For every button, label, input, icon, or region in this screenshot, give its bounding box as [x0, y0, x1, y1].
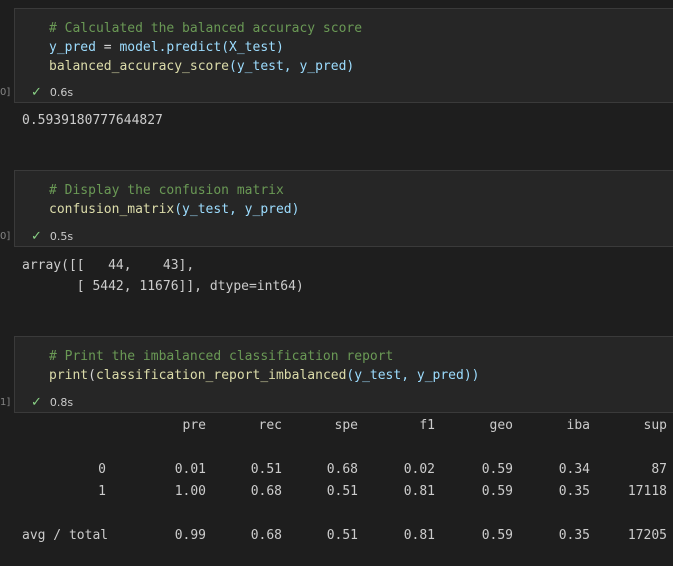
code-token: (y_test, y_pred) [174, 202, 300, 217]
code-cell-1[interactable]: # Calculated the balanced accuracy score… [14, 8, 673, 103]
column-header: spe [334, 418, 358, 433]
report-cell: 0.68 [250, 484, 282, 499]
report-total-row: avg / total 0.99 0.68 0.51 0.81 0.59 0.3… [14, 528, 667, 550]
report-cell: 0.59 [481, 484, 513, 499]
code-comment: # Print the imbalanced classification re… [49, 349, 394, 364]
code-token: (y_test, y_pred)) [346, 368, 480, 383]
execution-time: 0.5s [49, 229, 74, 243]
column-header: geo [489, 418, 513, 433]
column-header: f1 [419, 418, 435, 433]
cell-output-1: 0.5939180777644827 [22, 113, 163, 128]
report-cell: 0.51 [250, 462, 282, 477]
code-token: classification_report_imbalanced [95, 368, 347, 383]
execution-time: 0.8s [49, 395, 74, 409]
code-token: print [49, 368, 89, 383]
execution-status: ✓ 0.8s [31, 394, 73, 410]
row-label: 0 [98, 462, 106, 477]
report-cell: 17118 [627, 484, 667, 499]
execution-status: ✓ 0.5s [31, 228, 73, 244]
report-cell: 0.51 [326, 484, 358, 499]
code-comment: # Calculated the balanced accuracy score [49, 21, 363, 36]
report-cell: 0.51 [326, 528, 358, 543]
cell-output-2: array([[ 44, 43], [ 5442, 11676]], dtype… [22, 255, 304, 297]
report-row: 0 0.01 0.51 0.68 0.02 0.59 0.34 87 [14, 462, 667, 484]
output-line: [ 5442, 11676]], dtype=int64) [22, 279, 304, 294]
code-cell-3[interactable]: # Print the imbalanced classification re… [14, 336, 673, 413]
code-editor-3[interactable]: # Print the imbalanced classification re… [15, 337, 673, 385]
check-icon: ✓ [31, 84, 42, 100]
code-token: model.predict(X_test) [119, 40, 284, 55]
report-cell: 0.68 [326, 462, 358, 477]
column-header: rec [258, 418, 282, 433]
check-icon: ✓ [31, 394, 42, 410]
output-line: array([[ 44, 43], [22, 258, 195, 273]
report-cell: 0.01 [174, 462, 206, 477]
code-editor-1[interactable]: # Calculated the balanced accuracy score… [15, 9, 673, 76]
code-token: balanced_accuracy_score [49, 59, 230, 74]
column-header: iba [566, 418, 590, 433]
code-token: (y_test, y_pred) [229, 59, 355, 74]
row-label: 1 [98, 484, 106, 499]
execution-time: 0.6s [49, 85, 74, 99]
report-cell: 0.35 [558, 528, 590, 543]
report-cell: 0.02 [403, 462, 435, 477]
report-cell: 87 [651, 462, 667, 477]
execution-count: 0] [0, 231, 11, 242]
report-cell: 1.00 [174, 484, 206, 499]
report-cell: 17205 [627, 528, 667, 543]
code-token: = [95, 40, 120, 55]
report-cell: 0.59 [481, 528, 513, 543]
code-token: y_pred [49, 40, 96, 55]
check-icon: ✓ [31, 228, 42, 244]
report-row: 1 1.00 0.68 0.51 0.81 0.59 0.35 17118 [14, 484, 667, 506]
code-cell-2[interactable]: # Display the confusion matrix confusion… [14, 170, 673, 247]
row-label: avg / total [22, 528, 109, 543]
execution-status: ✓ 0.6s [31, 84, 73, 100]
report-cell: 0.81 [403, 484, 435, 499]
column-header: sup [643, 418, 667, 433]
report-cell: 0.35 [558, 484, 590, 499]
report-header-row: pre rec spe f1 geo iba sup [14, 418, 667, 440]
code-editor-2[interactable]: # Display the confusion matrix confusion… [15, 171, 673, 219]
report-cell: 0.81 [403, 528, 435, 543]
execution-count: 1] [0, 397, 11, 408]
report-cell: 0.34 [558, 462, 590, 477]
report-cell: 0.99 [174, 528, 206, 543]
execution-count: 0] [0, 87, 11, 98]
code-token: ( [88, 368, 96, 383]
code-token: confusion_matrix [49, 202, 175, 217]
column-header: pre [182, 418, 206, 433]
report-cell: 0.68 [250, 528, 282, 543]
report-cell: 0.59 [481, 462, 513, 477]
code-comment: # Display the confusion matrix [49, 183, 284, 198]
